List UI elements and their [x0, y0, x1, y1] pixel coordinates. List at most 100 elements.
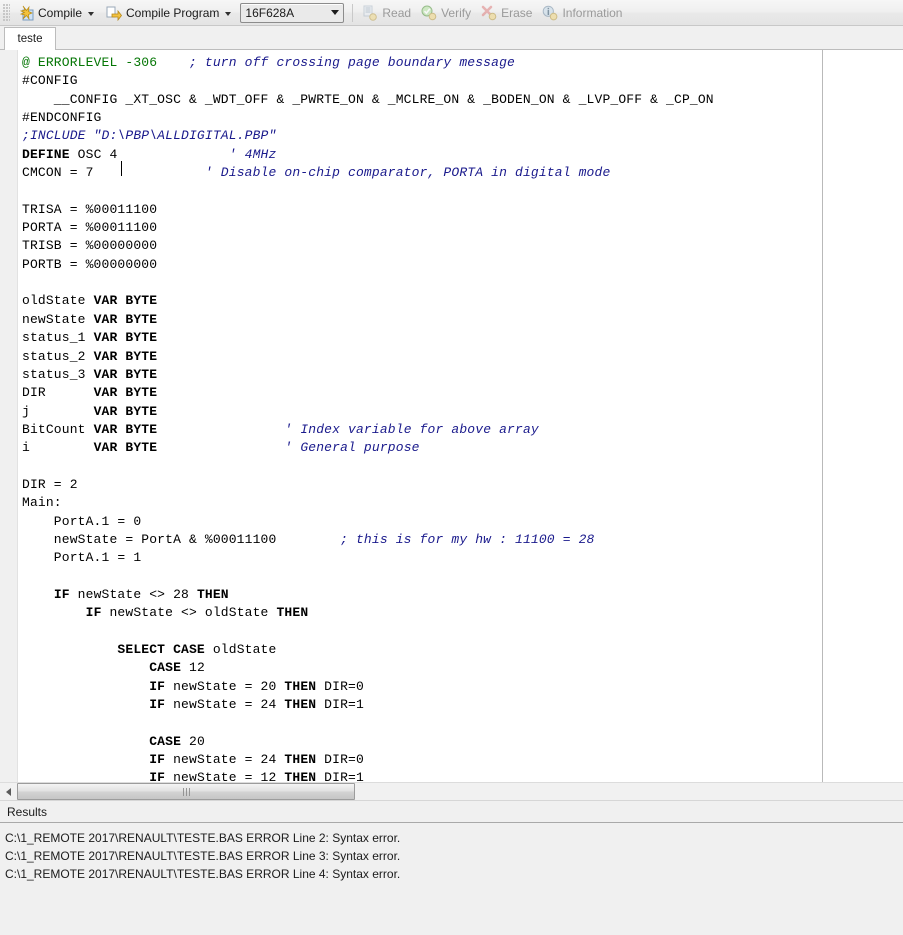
results-panel-body[interactable]: C:\1_REMOTE 2017\RENAULT\TESTE.BAS ERROR…	[0, 823, 903, 935]
code-token: newState = 12	[165, 770, 285, 782]
verify-icon	[421, 5, 437, 21]
code-token: VAR BYTE	[93, 385, 158, 401]
code-token: CASE	[149, 733, 182, 749]
compile-program-label: Compile Program	[126, 5, 220, 20]
results-title: Results	[7, 804, 48, 819]
code-token: TRISB = %00000000	[22, 238, 158, 254]
editor-horizontal-scrollbar[interactable]	[0, 782, 903, 800]
compile-program-button[interactable]: Compile Program	[101, 2, 238, 24]
verify-label: Verify	[441, 5, 472, 20]
code-token: i	[22, 440, 94, 456]
result-row[interactable]: C:\1_REMOTE 2017\RENAULT\TESTE.BAS ERROR…	[5, 847, 903, 865]
code-token: THEN	[276, 605, 309, 621]
compile-dropdown-caret[interactable]	[88, 11, 95, 16]
code-token: oldState	[204, 642, 277, 657]
code-token: newState = 24	[165, 752, 285, 768]
chevron-down-icon	[331, 10, 340, 15]
code-token: VAR BYTE	[93, 440, 158, 456]
erase-icon	[481, 5, 497, 21]
code-token: THEN	[284, 697, 317, 713]
code-token: DIR=0	[316, 678, 364, 694]
results-panel-header: Results	[0, 800, 903, 823]
code-token: PortA.1 = 1	[22, 550, 142, 566]
code-token: Main:	[22, 495, 62, 511]
code-token: status_3	[22, 366, 94, 382]
code-token: IF	[85, 605, 102, 621]
compile-button[interactable]: Compile	[13, 2, 101, 24]
code-token: VAR BYTE	[93, 403, 158, 419]
scroll-left-button[interactable]	[0, 783, 17, 800]
code-token: VAR BYTE	[93, 293, 158, 309]
code-token: ;INCLUDE "D:\PBP\ALLDIGITAL.PBP"	[22, 128, 277, 144]
tab-label: teste	[17, 33, 43, 45]
code-token: DIR = 2	[22, 476, 78, 492]
code-token: IF	[149, 752, 166, 768]
code-token: VAR BYTE	[93, 366, 158, 382]
compile-program-icon	[106, 5, 123, 21]
code-token: SELECT CASE	[117, 642, 205, 657]
code-token: status_2	[22, 348, 94, 364]
code-token: VAR BYTE	[93, 348, 158, 364]
document-tab-strip: teste	[0, 26, 903, 50]
code-token: ' 4MHz	[228, 146, 277, 162]
device-select[interactable]: 16F628A	[240, 2, 345, 23]
code-token: CASE	[149, 660, 182, 676]
toolbar-separator	[352, 3, 354, 22]
code-token: THEN	[196, 586, 229, 602]
information-button[interactable]: Information	[537, 2, 627, 24]
code-editor[interactable]: @ ERRORLEVEL -306 ; turn off crossing pa…	[0, 50, 903, 782]
read-label: Read	[382, 5, 412, 20]
device-select-dropdown-button[interactable]	[326, 4, 343, 22]
code-token: DIR=1	[316, 697, 364, 713]
scrollbar-track[interactable]	[17, 783, 903, 800]
erase-button[interactable]: Erase	[476, 2, 537, 24]
text-caret	[121, 161, 122, 176]
code-token: 12	[181, 660, 205, 676]
code-token: DEFINE	[22, 146, 70, 162]
scrollbar-thumb[interactable]	[17, 783, 355, 800]
code-token: newState = 24	[165, 697, 285, 713]
read-button[interactable]: Read	[357, 2, 416, 24]
code-token: ' General purpose	[284, 440, 420, 456]
code-token: newState = PortA & %00011100	[22, 531, 341, 547]
code-token: BitCount	[22, 421, 94, 437]
toolbar-drag-handle[interactable]	[3, 3, 10, 22]
editor-code-surface[interactable]: @ ERRORLEVEL -306 ; turn off crossing pa…	[22, 54, 714, 782]
compile-label: Compile	[38, 5, 83, 20]
result-row[interactable]: C:\1_REMOTE 2017\RENAULT\TESTE.BAS ERROR…	[5, 865, 903, 883]
triangle-left-icon	[6, 787, 11, 796]
code-token: newState = 20	[165, 678, 285, 694]
verify-button[interactable]: Verify	[416, 2, 476, 24]
information-icon	[542, 5, 558, 21]
code-token: oldState	[22, 293, 94, 309]
tab-teste[interactable]: teste	[4, 27, 56, 50]
code-token: IF	[149, 678, 166, 694]
code-token: IF	[149, 697, 166, 713]
code-token: ' Index variable for above array	[284, 421, 539, 437]
compile-program-dropdown-caret[interactable]	[225, 11, 232, 16]
result-row[interactable]: C:\1_REMOTE 2017\RENAULT\TESTE.BAS ERROR…	[5, 829, 903, 847]
grip-lines-icon	[182, 787, 190, 796]
code-token: ; this is for my hw : 11100 = 28	[340, 531, 595, 547]
code-token: j	[22, 403, 94, 419]
code-token: TRISA = %00011100	[22, 201, 158, 217]
device-select-value: 16F628A	[245, 5, 295, 20]
code-token: THEN	[284, 752, 317, 768]
code-token: VAR BYTE	[93, 311, 158, 327]
code-token: DIR	[22, 385, 94, 401]
read-icon	[362, 5, 378, 21]
code-token: 20	[181, 733, 205, 749]
code-token: newState <> 28	[69, 586, 197, 602]
editor-gutter	[0, 50, 18, 782]
